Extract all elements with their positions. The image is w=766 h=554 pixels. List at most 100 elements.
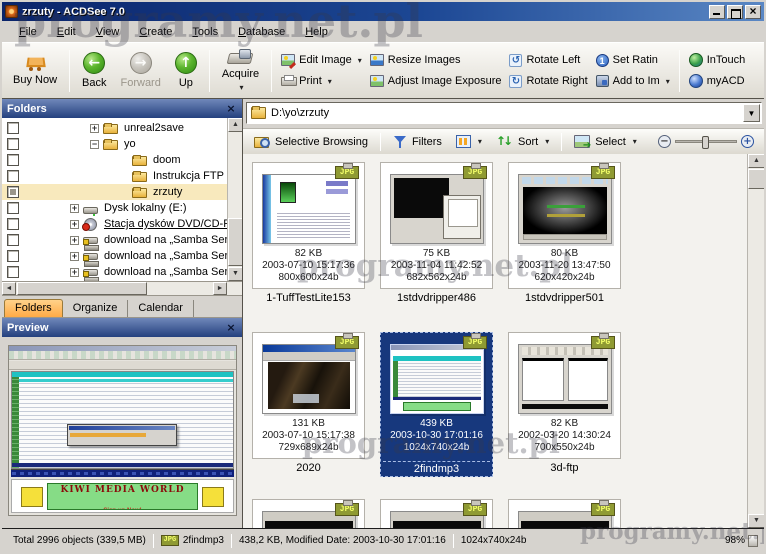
menu-database[interactable]: Database [229, 24, 294, 40]
checkbox-indeterminate[interactable] [7, 186, 19, 198]
folder-icon [132, 188, 147, 198]
selective-browsing-button[interactable]: Selective Browsing [249, 133, 373, 150]
address-bar: D:\yo\zrzuty [243, 99, 764, 128]
menu-help[interactable]: Help [296, 24, 337, 40]
set-rating-button[interactable]: Set Ratin [596, 51, 670, 70]
forward-button[interactable]: → Forward [114, 50, 168, 91]
filters-button[interactable]: Filters [388, 133, 447, 151]
back-arrow-icon: ← [83, 52, 105, 74]
view-mode-button[interactable] [451, 133, 487, 150]
buy-now-button[interactable]: Buy Now [6, 53, 64, 88]
checkbox[interactable] [7, 266, 19, 278]
scroll-right-icon[interactable] [213, 282, 227, 295]
checkbox[interactable] [7, 122, 19, 134]
menu-file[interactable]: File [10, 24, 46, 40]
tree-item-samba-1[interactable]: download na „Samba Ser [2, 232, 227, 248]
scroll-left-icon[interactable] [2, 282, 16, 295]
scroll-thumb[interactable] [748, 169, 764, 189]
minimize-button[interactable] [709, 5, 725, 19]
path-dropdown-button[interactable] [743, 104, 760, 122]
expand-icon[interactable] [70, 204, 79, 213]
zoom-in-icon[interactable] [741, 135, 754, 148]
expand-icon[interactable] [70, 268, 79, 277]
expand-icon[interactable] [70, 220, 79, 229]
maximize-button[interactable] [727, 5, 743, 19]
thumbnail-partial[interactable]: JPG [508, 499, 621, 528]
myacd-button[interactable]: myACD [689, 72, 746, 91]
tree-horizontal-scrollbar[interactable] [2, 282, 242, 296]
title-bar[interactable]: zrzuty - ACDSee 7.0 [2, 2, 764, 21]
thumbnail-partial[interactable]: JPG [252, 499, 365, 528]
rotate-left-button[interactable]: ↺ Rotate Left [509, 51, 587, 70]
jpg-badge: JPG [463, 503, 487, 516]
preview-image[interactable]: KIWI MEDIA WORLD Sign up Now! [8, 345, 237, 516]
scroll-thumb[interactable] [228, 218, 242, 266]
zoom-out-icon[interactable] [658, 135, 671, 148]
menu-view[interactable]: View [87, 24, 129, 40]
checkbox[interactable] [7, 250, 19, 262]
edit-image-button[interactable]: Edit Image [281, 51, 362, 70]
back-button[interactable]: ← Back [75, 50, 113, 91]
tab-calendar[interactable]: Calendar [128, 300, 194, 317]
banner-logo [21, 487, 43, 507]
tree-item-zrzuty[interactable]: zrzuty [2, 184, 227, 200]
thumbnail-1-tufftestlite153[interactable]: JPG 82 KB 2003-07-10 15:17:36 800x600x24… [252, 162, 365, 305]
tree-item-samba-3[interactable]: download na „Samba Ser [2, 264, 227, 280]
thumbnail-partial[interactable]: JPG [380, 499, 493, 528]
scroll-up-icon[interactable] [748, 154, 764, 168]
scroll-down-icon[interactable] [748, 514, 764, 528]
tree-item-dvd-drive[interactable]: Stacja dysków DVD/CD-R [2, 216, 227, 232]
close-icon[interactable] [225, 322, 237, 334]
tree-item-instrukcja-ftp[interactable]: Instrukcja FTP [2, 168, 227, 184]
tree-vertical-scrollbar[interactable] [227, 118, 242, 281]
resize-images-button[interactable]: Resize Images [370, 51, 502, 70]
tree-item-yo[interactable]: yo [2, 136, 227, 152]
select-button[interactable]: Select [569, 133, 642, 150]
acquire-button[interactable]: Acquire [215, 47, 266, 94]
close-button[interactable] [745, 5, 761, 19]
tab-organize[interactable]: Organize [63, 300, 129, 317]
sort-button[interactable]: Sort [491, 133, 554, 150]
jpg-badge: JPG [463, 166, 487, 179]
grid-vertical-scrollbar[interactable] [747, 154, 764, 528]
checkbox[interactable] [7, 138, 19, 150]
scroll-down-icon[interactable] [228, 267, 242, 281]
checkbox[interactable] [7, 154, 19, 166]
rotate-right-button[interactable]: ↻ Rotate Right [509, 72, 587, 91]
scroll-thumb[interactable] [17, 282, 147, 295]
menu-create[interactable]: Create [130, 24, 181, 40]
checkbox[interactable] [7, 202, 19, 214]
preview-panel-title: Preview [7, 322, 225, 334]
collapse-icon[interactable] [90, 140, 99, 149]
tree-item-samba-2[interactable]: download na „Samba Ser [2, 248, 227, 264]
thumbnail-2020[interactable]: JPG 131 KB 2003-07-10 15:17:38 729x689x2… [252, 332, 365, 475]
print-button[interactable]: Print [281, 72, 362, 91]
checkbox[interactable] [7, 218, 19, 230]
up-button[interactable]: ↑ Up [168, 50, 204, 91]
tab-folders[interactable]: Folders [4, 299, 63, 317]
path-input[interactable]: D:\yo\zrzuty [246, 102, 762, 124]
tree-item-dysk-lokalny[interactable]: Dysk lokalny (E:) [2, 200, 227, 216]
scroll-up-icon[interactable] [228, 118, 242, 132]
intouch-button[interactable]: InTouch [689, 51, 746, 70]
add-to-button[interactable]: Add to Im [596, 72, 670, 91]
close-icon[interactable] [225, 103, 237, 115]
menu-edit[interactable]: Edit [48, 24, 85, 40]
expand-icon[interactable] [70, 236, 79, 245]
thumbnail-3d-ftp[interactable]: JPG 82 KB 2002-03-20 14:30:24 700x550x24… [508, 332, 621, 475]
menu-tools[interactable]: Tools [183, 24, 227, 40]
adjust-exposure-button[interactable]: Adjust Image Exposure [370, 72, 502, 91]
expand-icon[interactable] [70, 252, 79, 261]
tree-item-unreal2save[interactable]: unreal2save [2, 120, 227, 136]
slider-thumb[interactable] [702, 136, 709, 149]
slider-track[interactable] [675, 140, 737, 143]
network-drive-icon [83, 237, 98, 244]
thumbnail-1stdvdripper486[interactable]: JPG 75 KB 2003-11-04 11:42:52 682x562x24… [380, 162, 493, 305]
thumbnail-2findmp3-selected[interactable]: JPG 439 KB 2003-10-30 17:01:16 1024x740x… [380, 332, 493, 477]
thumbnail-1stdvdripper501[interactable]: JPG 80 KB 2003-11-20 13:47:50 620x420x24… [508, 162, 621, 305]
checkbox[interactable] [7, 170, 19, 182]
expand-icon[interactable] [90, 124, 99, 133]
jpg-badge: JPG [463, 336, 487, 349]
tree-item-doom[interactable]: doom [2, 152, 227, 168]
checkbox[interactable] [7, 234, 19, 246]
